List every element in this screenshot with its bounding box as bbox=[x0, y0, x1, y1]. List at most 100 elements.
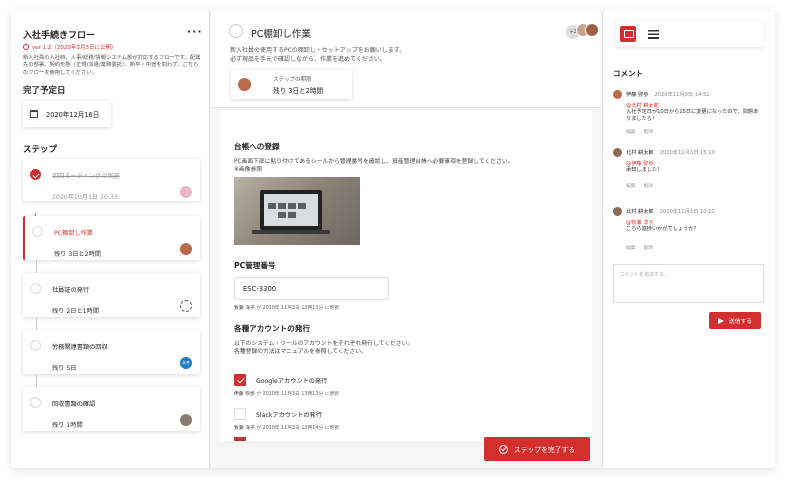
avatar bbox=[180, 186, 192, 198]
section-text: 以下のシステム・ツールのアカウントをそれぞれ発行してください。 各種登録の方法は… bbox=[234, 340, 413, 356]
laptop-screen bbox=[264, 194, 318, 226]
step-status-circle[interactable] bbox=[30, 340, 41, 351]
checkbox-unchecked[interactable] bbox=[234, 408, 246, 420]
globe-icon bbox=[23, 44, 29, 50]
comment-author: 伊藤 弥歩 2020年11月3日 14:52 bbox=[626, 92, 710, 98]
avatar bbox=[180, 243, 192, 255]
comment-actions: 編集 削除 bbox=[626, 128, 661, 135]
comment-author: 北村 耕太郎 2020年11月3日 15:10 bbox=[626, 150, 715, 156]
step-status-circle[interactable] bbox=[32, 226, 43, 237]
update-meta: 牧瀬 洋子 が 2020年 11月3日 13時13分 に更新 bbox=[234, 304, 339, 311]
comment-mention: @牧瀬 洋子 bbox=[626, 220, 654, 226]
section-text: PC画面下部に貼り付けてあるシールから管理番号を確認し、資産管理台帳へ必要事項を… bbox=[234, 158, 513, 174]
comment-author: 北村 耕太郎 2020年11月3日 10:12 bbox=[626, 209, 715, 215]
step-item[interactable]: 労務関連書類の回収 残り 5日 永井 bbox=[23, 330, 200, 374]
flow-version: ver 1.2（2020年3月3日に公開） bbox=[23, 43, 116, 51]
add-assignee-icon[interactable] bbox=[180, 300, 192, 312]
avatar bbox=[180, 414, 192, 426]
step-item[interactable]: 回収書類の確認 残り 1時間 bbox=[23, 387, 200, 431]
step-name: PC棚卸し作業 bbox=[54, 230, 93, 237]
flow-title: 入社手続きフロー bbox=[23, 31, 96, 41]
updater-name: 牧瀬 洋子 bbox=[234, 426, 255, 431]
reference-photo[interactable] bbox=[234, 177, 360, 245]
checklist-item[interactable]: Googleアカウントの発行 bbox=[234, 374, 327, 386]
step-item-active[interactable]: PC棚卸し作業 残り 3日と2時間 bbox=[23, 216, 200, 260]
more-icon[interactable]: ··· bbox=[187, 25, 203, 38]
task-description: 新入社員の使用するPCの棚卸し・セットアップをお願いします。 必ず現品を手元で確… bbox=[230, 47, 405, 64]
comment-body: 入社予定日が10日から15日に変更になったので、問題ありましたら！ bbox=[626, 109, 759, 123]
comments-heading: コメント bbox=[613, 69, 643, 78]
comment-body: こちら進捗いかがでしょうか？ bbox=[626, 226, 699, 232]
comment-delete-link[interactable]: 削除 bbox=[644, 184, 654, 189]
comment-mention: @北村 耕太郎 bbox=[626, 103, 659, 109]
pc-number-input[interactable]: ESC-3300 bbox=[234, 277, 389, 300]
update-time: が 2020年 11月3日 13時13分 に更新 bbox=[256, 306, 340, 311]
comment-actions: 編集 削除 bbox=[626, 244, 661, 251]
comment-item: 伊藤 弥歩 2020年11月3日 14:52 @北村 耕太郎 入社予定日が10日か… bbox=[613, 90, 763, 140]
comment-edit-link[interactable]: 編集 bbox=[626, 130, 636, 135]
task-description-line: 新入社員の使用するPCの棚卸し・セットアップをお願いします。 bbox=[230, 47, 406, 54]
comment-item: 北村 耕太郎 2020年11月3日 10:12 @牧瀬 洋子 こちら進捗いかがでし… bbox=[613, 207, 763, 252]
task-status-circle[interactable] bbox=[229, 24, 243, 38]
comment-edit-link[interactable]: 編集 bbox=[626, 184, 636, 189]
section-text-line: ※画像参照 bbox=[234, 167, 263, 173]
comment-mention: @伊藤 弥歩 bbox=[626, 161, 654, 167]
checklist-label: Slackアカウントの発行 bbox=[256, 411, 322, 419]
section-text-line: 各種登録の方法はマニュアルを参照してください。 bbox=[234, 349, 367, 355]
section-text-line: 以下のシステム・ツールのアカウントをそれぞれ発行してください。 bbox=[234, 341, 414, 347]
task-header: PC棚卸し作業 +2 新入社員の使用するPCの棚卸し・セットアップをお願いします… bbox=[211, 11, 601, 108]
avatar bbox=[613, 90, 622, 99]
checklist-item[interactable]: Slackアカウントの発行 bbox=[234, 408, 322, 420]
comment-time: 2020年11月3日 15:10 bbox=[659, 150, 715, 156]
step-connector bbox=[36, 374, 37, 387]
task-title: PC棚卸し作業 bbox=[251, 29, 311, 40]
comment-delete-link[interactable]: 削除 bbox=[644, 246, 654, 251]
updater-name: 牧瀬 洋子 bbox=[234, 306, 255, 311]
avatar bbox=[613, 148, 622, 157]
avatar bbox=[613, 207, 622, 216]
comment-actions: 編集 削除 bbox=[626, 182, 661, 189]
step-name: 社員証の発行 bbox=[52, 287, 90, 294]
step-item[interactable]: 社員証の発行 残り 2日と1時間 bbox=[23, 273, 200, 317]
app-window: 入社手続きフロー ··· ver 1.2（2020年3月3日に公開） 新入社員の… bbox=[11, 11, 775, 468]
send-icon bbox=[717, 317, 724, 324]
avatar bbox=[585, 23, 599, 37]
comment-tab-icon[interactable] bbox=[620, 26, 636, 42]
comment-input[interactable]: コメントを追加する... bbox=[613, 264, 764, 303]
step-deadline-card: ステップの期限 残り 3日と2時間 bbox=[231, 70, 352, 99]
step-name: 回収書類の確認 bbox=[52, 401, 96, 408]
task-description-line: 必ず現品を手元で確認しながら、作業を進めてください。 bbox=[230, 55, 386, 63]
due-date-picker[interactable]: 2020年12月16日 bbox=[23, 101, 111, 127]
flow-description: 新入社員の入社時、人事/総務/情報システム部が対応するフローです。配属先の部署、… bbox=[23, 55, 201, 76]
checkbox-checked[interactable] bbox=[234, 437, 246, 441]
step-name: 労務関連書類の回収 bbox=[52, 344, 108, 351]
send-button[interactable]: 送信する bbox=[709, 312, 761, 329]
step-meta: 残り 5日 bbox=[52, 365, 77, 372]
step-meta: 2020年10月1日 10:33 bbox=[52, 194, 118, 201]
flow-sidebar: 入社手続きフロー ··· ver 1.2（2020年3月3日に公開） 新入社員の… bbox=[11, 11, 210, 468]
comment-edit-link[interactable]: 編集 bbox=[626, 246, 636, 251]
update-meta: 伊藤 弥歩 が 2020年 11月3日 13時13分 に更新 bbox=[234, 390, 339, 397]
checkbox-checked[interactable] bbox=[234, 374, 246, 386]
update-time: が 2020年 11月3日 13時13分 に更新 bbox=[256, 392, 340, 397]
due-date-value: 2020年12月16日 bbox=[46, 111, 100, 119]
comment-delete-link[interactable]: 削除 bbox=[644, 130, 654, 135]
check-circle-icon bbox=[498, 444, 508, 454]
step-done-check-icon[interactable] bbox=[30, 169, 41, 180]
section-heading: 各種アカウントの発行 bbox=[234, 324, 310, 333]
steps-heading: ステップ bbox=[23, 145, 58, 155]
step-status-circle[interactable] bbox=[30, 283, 41, 294]
update-time: が 2020年 11月3日 13時14分 に更新 bbox=[256, 426, 340, 431]
step-meta: 残り 1時間 bbox=[52, 422, 83, 429]
update-meta: 牧瀬 洋子 が 2020年 11月3日 13時14分 に更新 bbox=[234, 424, 339, 431]
list-tab-icon[interactable] bbox=[648, 29, 659, 39]
complete-step-button[interactable]: ステップを完了する bbox=[484, 437, 590, 461]
step-meta: 残り 2日と1時間 bbox=[52, 308, 99, 315]
deadline-value: 残り 3日と2時間 bbox=[273, 87, 324, 95]
step-item[interactable]: 初回ミーティングの実施 2020年10月1日 10:33 bbox=[23, 159, 200, 201]
complete-step-label: ステップを完了する bbox=[513, 446, 576, 454]
version-text: ver 1.2（2020年3月3日に公開） bbox=[32, 45, 117, 51]
step-status-circle[interactable] bbox=[30, 397, 41, 408]
task-content: 台帳への登録 PC画面下部に貼り付けてあるシールから管理番号を確認し、資産管理台… bbox=[220, 111, 592, 441]
checklist-label: Googleアカウントの発行 bbox=[256, 377, 328, 385]
